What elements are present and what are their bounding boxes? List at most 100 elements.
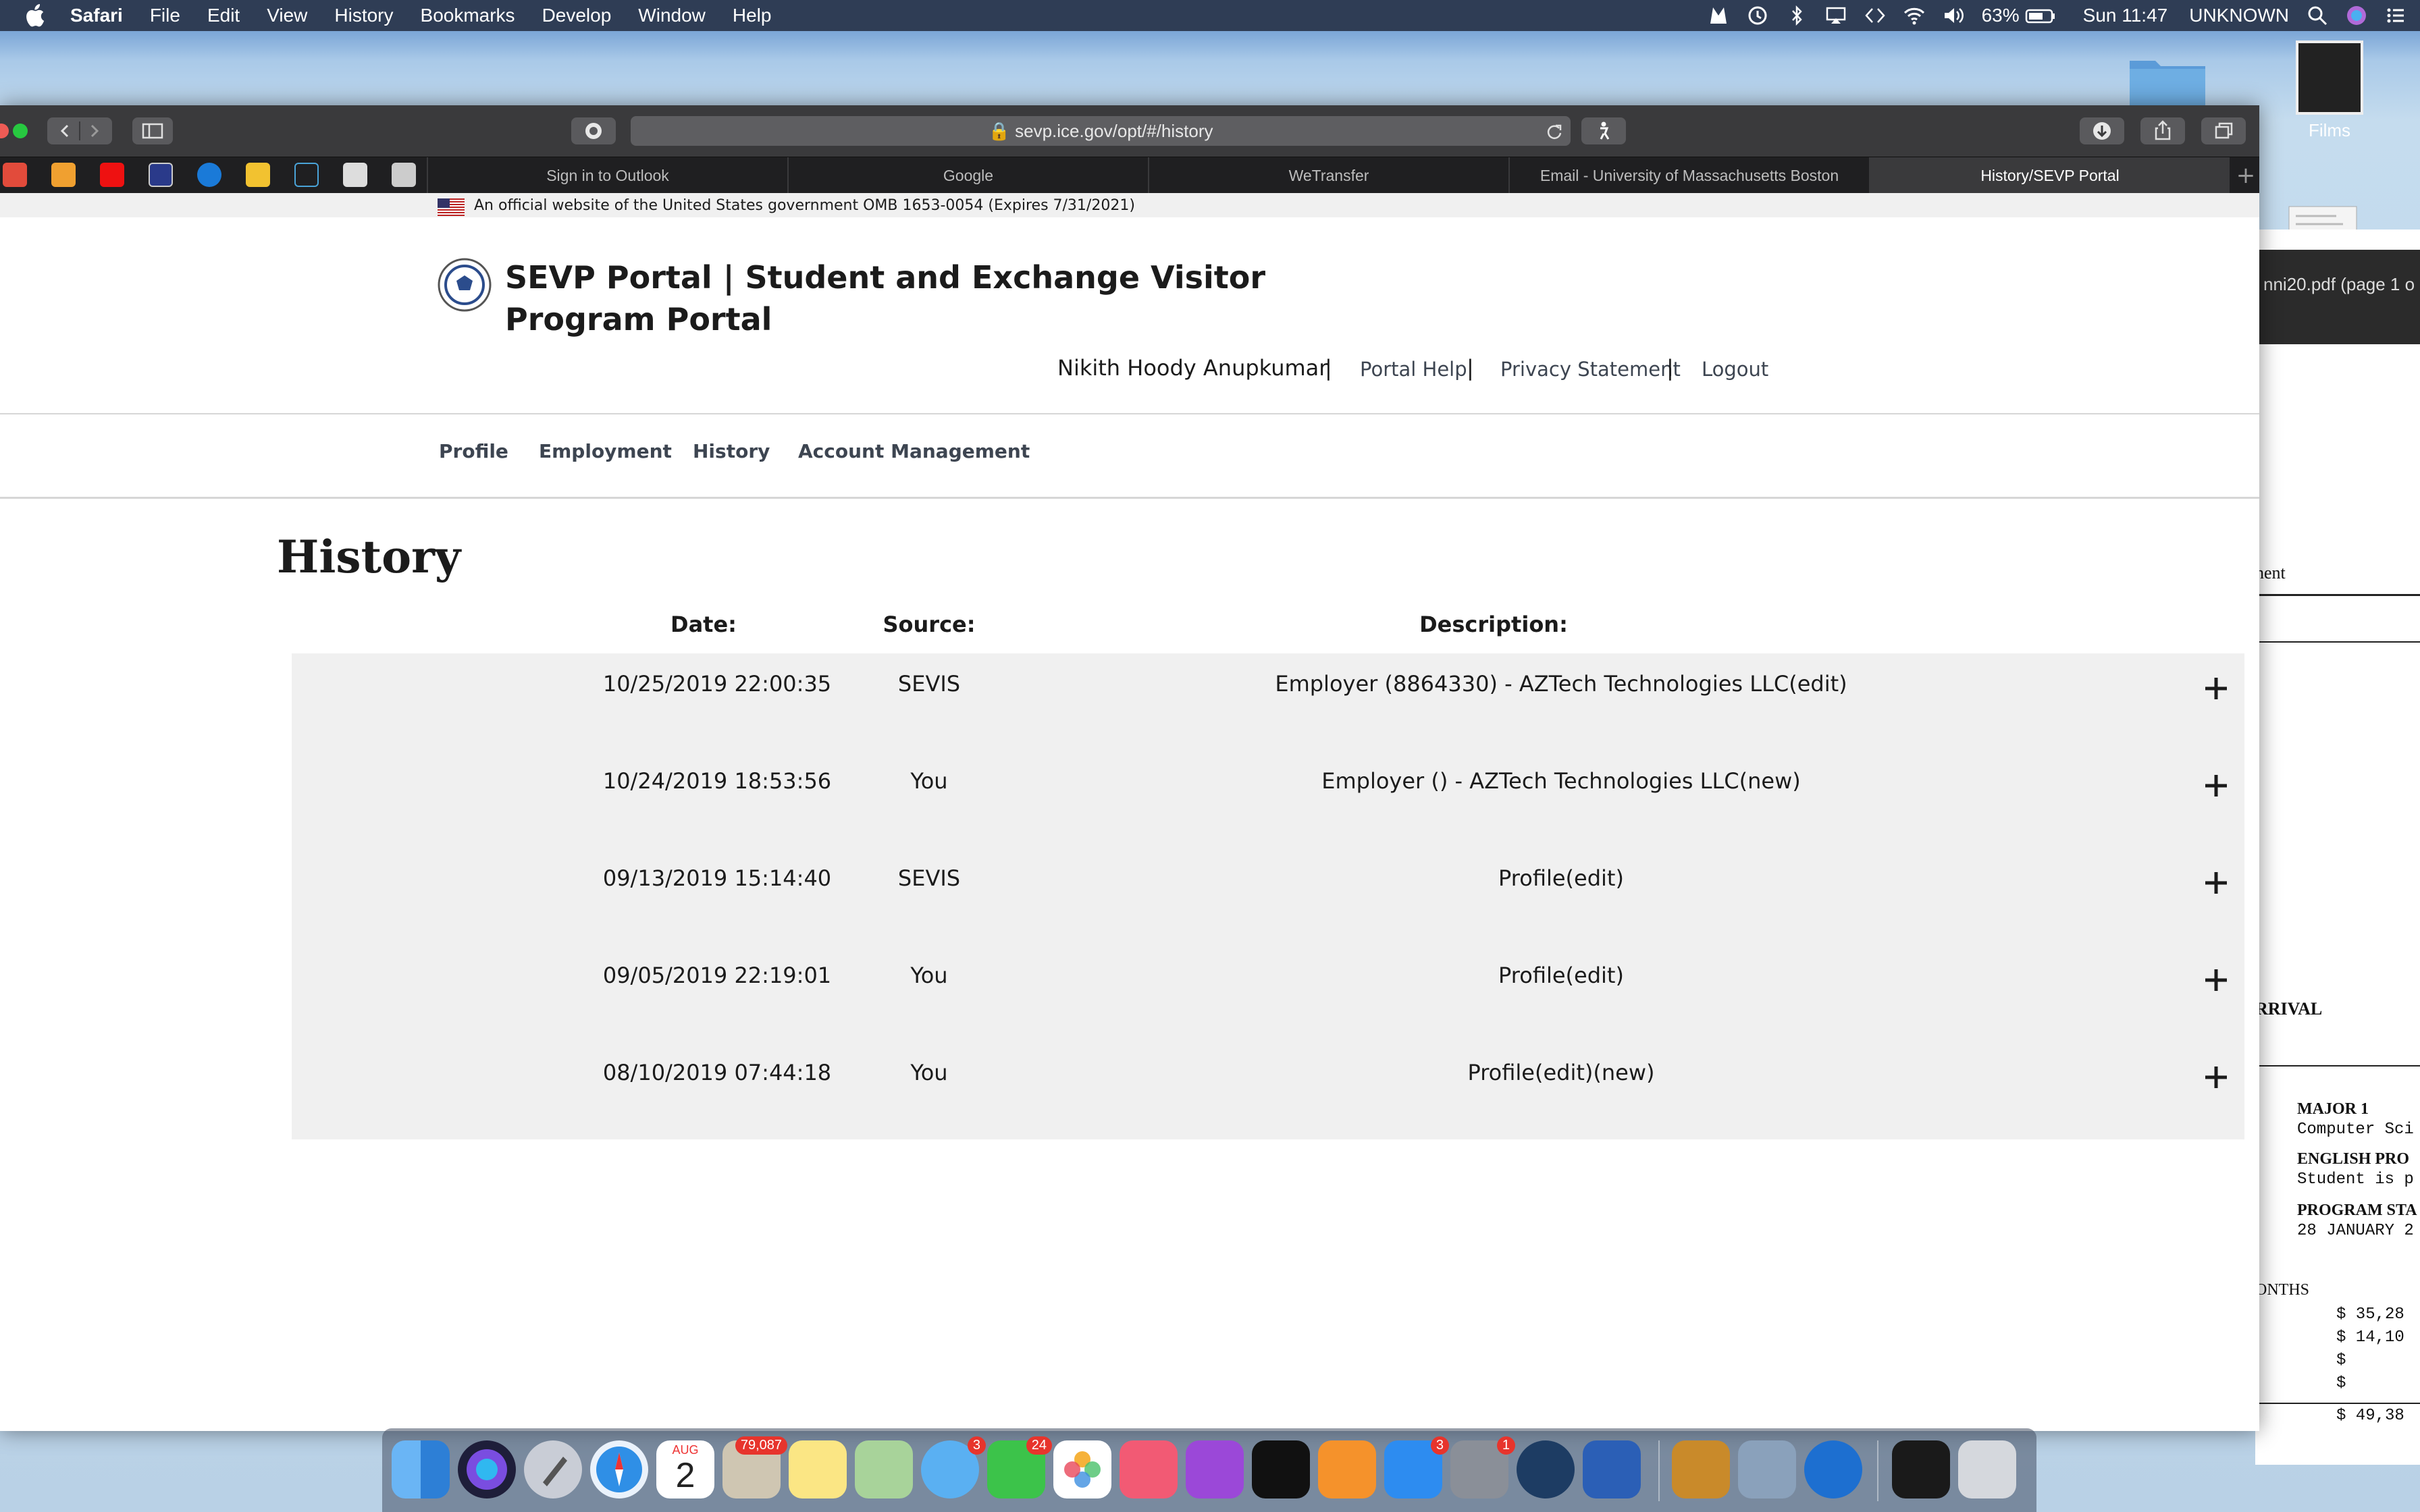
pdf-text-line: Student is p <box>2297 1170 2414 1189</box>
nav-employment[interactable]: Employment <box>539 440 672 462</box>
apple-menu-icon[interactable] <box>24 4 45 27</box>
table-row: 10/25/2019 22:00:35 SEVIS Employer (8864… <box>292 653 2244 751</box>
favorite-icon[interactable] <box>343 163 367 187</box>
reload-icon[interactable] <box>1545 123 1562 140</box>
apple-tv-icon[interactable] <box>1252 1440 1310 1498</box>
pineapple-app-icon[interactable] <box>1672 1440 1730 1498</box>
downloads-stack-icon[interactable] <box>1892 1440 1950 1498</box>
music-icon[interactable] <box>1120 1440 1178 1498</box>
app-store-icon[interactable]: 3 <box>1384 1436 1449 1498</box>
menu-window[interactable]: Window <box>638 5 706 26</box>
tab-wetransfer[interactable]: WeTransfer <box>1148 157 1508 194</box>
nav-account-management[interactable]: Account Management <box>798 440 1030 462</box>
quicktime-icon[interactable] <box>1804 1440 1862 1498</box>
word-icon[interactable] <box>1583 1440 1641 1498</box>
menu-develop[interactable]: Develop <box>542 5 612 26</box>
desktop-folder-icon[interactable] <box>2127 53 2208 111</box>
photos-icon[interactable] <box>1053 1440 1111 1498</box>
notification-center-icon[interactable] <box>2385 5 2406 26</box>
battery-percent[interactable]: 63% <box>1982 5 2020 26</box>
share-button[interactable] <box>2140 117 2185 144</box>
menu-edit[interactable]: Edit <box>207 5 240 26</box>
tab-google[interactable]: Google <box>787 157 1148 194</box>
steam-icon[interactable] <box>1517 1440 1575 1498</box>
battery-icon[interactable] <box>2025 5 2056 26</box>
menu-clock[interactable]: Sun 11:47 <box>2083 5 2168 26</box>
tab-overview-button[interactable] <box>2201 117 2246 144</box>
maps-icon[interactable] <box>855 1440 913 1498</box>
favorite-icon[interactable] <box>197 163 221 187</box>
row-date: 09/05/2019 22:19:01 <box>602 963 832 988</box>
accessibility-extension-icon[interactable] <box>1581 117 1626 144</box>
youtube-icon[interactable] <box>100 163 124 187</box>
window-controls[interactable] <box>0 123 34 139</box>
launchpad-icon[interactable] <box>524 1440 582 1498</box>
nav-history[interactable]: History <box>693 440 770 462</box>
malwarebytes-icon[interactable] <box>1708 5 1729 26</box>
menu-user[interactable]: UNKNOWN <box>2189 5 2289 26</box>
trash-icon[interactable] <box>1958 1440 2016 1498</box>
expand-plus-icon[interactable] <box>2203 772 2230 799</box>
system-preferences-icon[interactable]: 1 <box>1450 1436 1515 1498</box>
portal-help-link[interactable]: Portal Help <box>1360 358 1467 381</box>
tab-outlook[interactable]: Sign in to Outlook <box>427 157 787 194</box>
calendar-icon[interactable]: AUG 2 <box>656 1440 714 1498</box>
desktop-films-item[interactable]: Films <box>2289 40 2370 162</box>
address-bar[interactable]: 🔒 sevp.ice.gov/opt/#/history <box>631 116 1571 146</box>
preview-icon[interactable] <box>1738 1440 1796 1498</box>
new-tab-button[interactable]: + <box>2232 157 2259 194</box>
nav-profile[interactable]: Profile <box>439 440 508 462</box>
favorite-icon[interactable] <box>3 163 27 187</box>
favorite-icon[interactable] <box>51 163 76 187</box>
books-icon[interactable] <box>1318 1440 1376 1498</box>
menu-file[interactable]: File <box>150 5 180 26</box>
messages-icon[interactable]: 3 <box>921 1436 986 1498</box>
favorite-icon[interactable] <box>294 163 319 187</box>
notes-icon[interactable] <box>789 1440 847 1498</box>
finder-icon[interactable] <box>392 1440 450 1498</box>
grammarly-extension-icon[interactable] <box>571 117 616 144</box>
site-title[interactable]: SEVP Portal | Student and Exchange Visit… <box>505 256 1315 340</box>
tab-umass-email[interactable]: Email - University of Massachusetts Bost… <box>1508 157 1869 194</box>
expand-plus-icon[interactable] <box>2203 869 2230 896</box>
wifi-icon[interactable] <box>1903 5 1925 26</box>
code-brackets-icon[interactable] <box>1864 5 1886 26</box>
logout-link[interactable]: Logout <box>1702 358 1768 381</box>
back-forward-buttons[interactable] <box>47 117 112 144</box>
privacy-statement-link[interactable]: Privacy Statement <box>1500 358 1681 381</box>
bluetooth-icon[interactable] <box>1786 5 1808 26</box>
web-page: An official website of the United States… <box>0 193 2259 1431</box>
pdf-window-titlebar[interactable]: nni20.pdf (page 1 o <box>2255 250 2420 344</box>
menu-app-name[interactable]: Safari <box>70 5 123 26</box>
menu-history[interactable]: History <box>334 5 393 26</box>
favorite-icon[interactable] <box>149 163 173 187</box>
podcasts-icon[interactable] <box>1186 1440 1244 1498</box>
facetime-icon[interactable]: 24 <box>987 1436 1052 1498</box>
tab-sevp-history[interactable]: History/SEVP Portal <box>1869 157 2230 194</box>
gov-banner-text: An official website of the United States… <box>474 197 1135 214</box>
grid-icon[interactable] <box>392 163 416 187</box>
preview-pdf-window[interactable]: nni20.pdf (page 1 o nent RRIVAL MAJOR 1 … <box>2255 230 2420 1465</box>
expand-plus-icon[interactable] <box>2203 675 2230 702</box>
airplay-icon[interactable] <box>1825 5 1847 26</box>
expand-plus-icon[interactable] <box>2203 1064 2230 1091</box>
page-title: History <box>277 531 461 583</box>
row-source: You <box>910 1060 948 1085</box>
facetime-badge: 24 <box>1026 1436 1052 1455</box>
safari-icon[interactable] <box>590 1440 648 1498</box>
menu-bookmarks[interactable]: Bookmarks <box>421 5 515 26</box>
mail-icon[interactable]: 79,087 <box>722 1436 787 1498</box>
expand-plus-icon[interactable] <box>2203 967 2230 994</box>
tab-bar: Sign in to Outlook Google WeTransfer Ema… <box>0 157 2259 194</box>
favorites-bar <box>3 163 440 187</box>
volume-icon[interactable] <box>1943 5 1964 26</box>
downloads-button[interactable] <box>2080 117 2124 144</box>
menu-view[interactable]: View <box>267 5 307 26</box>
siri-icon[interactable] <box>2346 5 2367 26</box>
spotlight-search-icon[interactable] <box>2307 5 2328 26</box>
sidebar-toggle-button[interactable] <box>132 117 173 144</box>
time-machine-icon[interactable] <box>1747 5 1768 26</box>
siri-icon[interactable] <box>458 1440 516 1498</box>
favorite-icon[interactable] <box>246 163 270 187</box>
menu-help[interactable]: Help <box>733 5 772 26</box>
